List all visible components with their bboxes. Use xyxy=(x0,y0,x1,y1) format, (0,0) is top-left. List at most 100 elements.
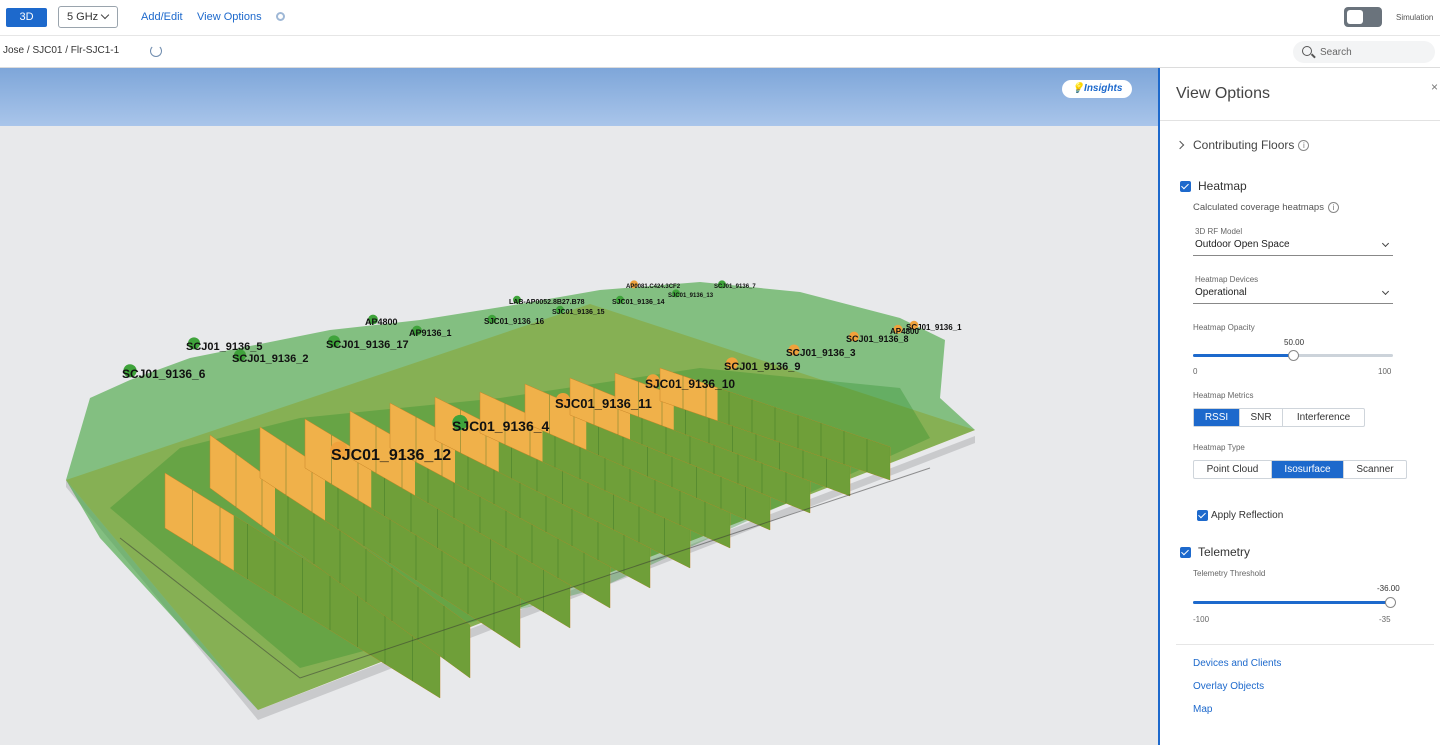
opacity-max-label: 100 xyxy=(1378,367,1392,376)
access-point-marker[interactable]: SCJ01_9136_7 xyxy=(714,280,756,290)
access-point-marker[interactable]: SJC01_9136_11 xyxy=(555,393,652,411)
rf-model-label: 3D RF Model xyxy=(1195,227,1243,236)
heatmap-type-toggle[interactable]: Point Cloud Isosurface Scanner xyxy=(1193,460,1407,479)
panel-divider xyxy=(1176,644,1434,645)
close-icon[interactable]: × xyxy=(1431,80,1438,94)
access-point-label: SCJ01_9136_3 xyxy=(786,348,856,359)
add-edit-link[interactable]: Add/Edit xyxy=(141,11,183,23)
metric-option-rssi[interactable]: RSSI xyxy=(1194,409,1240,426)
view-3d-button[interactable]: 3D xyxy=(6,8,47,27)
band-select[interactable]: 5 GHz xyxy=(58,6,118,28)
type-option-scanner[interactable]: Scanner xyxy=(1344,461,1406,478)
access-point-label: SJC01_9136_12 xyxy=(331,447,451,464)
heatmap-opacity-slider[interactable] xyxy=(1193,350,1393,361)
simulation-toggle[interactable] xyxy=(1344,7,1382,27)
access-point-marker[interactable]: AP4800 xyxy=(365,314,398,327)
access-point-label: SJC01_9136_14 xyxy=(612,299,665,306)
slider-fill xyxy=(1193,354,1293,357)
metric-option-interference[interactable]: Interference xyxy=(1283,409,1364,426)
access-point-label: SCJ01_9136_7 xyxy=(714,284,756,290)
heatmap-type-label: Heatmap Type xyxy=(1193,443,1245,452)
slider-knob[interactable] xyxy=(1385,597,1396,608)
metric-option-snr[interactable]: SNR xyxy=(1240,409,1283,426)
search-input[interactable] xyxy=(1320,44,1428,60)
overlay-objects-link[interactable]: Overlay Objects xyxy=(1193,681,1264,692)
info-icon[interactable]: i xyxy=(1327,202,1339,213)
access-point-marker[interactable]: AP9136_1 xyxy=(409,325,452,338)
devices-and-clients-link[interactable]: Devices and Clients xyxy=(1193,658,1281,669)
access-point-label: SCJ01_9136_8 xyxy=(846,334,909,344)
heatmap-metrics-toggle[interactable]: RSSI SNR Interference xyxy=(1193,408,1365,427)
slider-knob[interactable] xyxy=(1288,350,1299,361)
telemetry-label: Telemetry xyxy=(1198,545,1251,559)
contributing-floors-toggle[interactable]: Contributing Floors i xyxy=(1193,138,1310,152)
access-point-label: SCJ01_9136_2 xyxy=(232,353,308,365)
band-select-value: 5 GHz xyxy=(67,11,99,23)
map-link[interactable]: Map xyxy=(1193,704,1212,715)
access-point-label: SCJ01_9136_17 xyxy=(326,339,409,351)
apply-reflection-label: Apply Reflection xyxy=(1211,510,1284,521)
access-point-label: SJC01_9136_11 xyxy=(555,396,652,411)
access-point-marker[interactable]: AP0081.C424.3CF2 xyxy=(626,280,681,290)
heatmap-opacity-label: Heatmap Opacity xyxy=(1193,323,1255,332)
access-point-label: SJC01_9136_16 xyxy=(484,317,545,326)
access-point-marker[interactable]: SJC01_9136_10 xyxy=(645,374,735,391)
access-point-label: SJC01_9136_10 xyxy=(645,377,735,391)
heatmap-checkbox[interactable] xyxy=(1180,181,1191,192)
floor-3d-scene[interactable]: SCJ01_9136_6 SCJ01_9136_5SCJ01_9136_2 SCJ0… xyxy=(0,68,1158,745)
telemetry-threshold-label: Telemetry Threshold xyxy=(1193,569,1266,578)
access-point-label: SCJ01_9136_9 xyxy=(724,361,800,373)
telemetry-min-label: -100 xyxy=(1193,615,1210,624)
slider-fill xyxy=(1193,601,1390,604)
heatmap-label: Heatmap xyxy=(1198,179,1247,193)
access-point-label: SCJ01_9136_6 xyxy=(122,367,206,381)
simulation-label: Simulation xyxy=(1396,13,1434,22)
access-point-label: AP4800 xyxy=(365,317,398,327)
heatmap-devices-select[interactable]: Operational xyxy=(1193,284,1393,304)
heatmap-devices-label: Heatmap Devices xyxy=(1195,275,1259,284)
rf-model-select[interactable]: Outdoor Open Space xyxy=(1193,236,1393,256)
search-box[interactable] xyxy=(1293,41,1435,63)
apply-reflection-checkbox[interactable] xyxy=(1197,510,1208,521)
panel-divider xyxy=(1160,120,1440,121)
telemetry-max-label: -35 xyxy=(1379,615,1391,624)
access-point-marker[interactable]: SCJ01_9136_6 xyxy=(122,364,206,381)
heatmap-metrics-label: Heatmap Metrics xyxy=(1193,391,1254,400)
info-icon[interactable]: i xyxy=(1298,140,1310,152)
chevron-down-icon xyxy=(100,10,110,20)
search-icon xyxy=(1302,46,1312,56)
opacity-min-label: 0 xyxy=(1193,367,1198,376)
access-point-label: LAB-AP0052.8B27.B78 xyxy=(509,299,585,306)
type-option-isosurface[interactable]: Isosurface xyxy=(1272,461,1344,478)
telemetry-threshold-value: -36.00 xyxy=(1377,584,1400,593)
access-point-marker[interactable]: SJC01_9136_4 xyxy=(452,414,550,434)
chevron-down-icon xyxy=(1381,239,1390,248)
toggle-knob xyxy=(1347,10,1363,24)
access-point-label: SJC01_9136_15 xyxy=(552,309,605,316)
access-point-marker[interactable]: SJC01_9136_16 xyxy=(484,314,545,326)
chevron-down-icon xyxy=(1381,287,1390,296)
telemetry-threshold-slider[interactable] xyxy=(1193,597,1396,608)
heatmap-opacity-value: 50.00 xyxy=(1284,338,1305,347)
heatmap-description-text: Calculated coverage heatmaps xyxy=(1193,202,1324,214)
access-point-marker[interactable]: SCJ01_9136_5 xyxy=(186,337,262,353)
refresh-icon[interactable] xyxy=(150,45,162,57)
access-point-label: SJC01_9136_13 xyxy=(668,293,714,299)
view-options-link[interactable]: View Options xyxy=(197,11,262,23)
access-point-marker[interactable]: SCJ01_9136_8 xyxy=(846,331,909,344)
breadcrumb-bar: Jose / SJC01 / Flr-SJC1-1 xyxy=(0,36,1440,68)
heatmap-description: Calculated coverage heatmaps i xyxy=(1193,202,1339,213)
map-canvas[interactable]: 💡Insights SCJ01_9136_6 SCJ01_9136_5 SCJ01_… xyxy=(0,68,1158,745)
chevron-right-icon[interactable] xyxy=(1175,140,1185,150)
top-toolbar: 3D 5 GHz Add/Edit View Options Simulatio… xyxy=(0,0,1440,36)
access-point-label: AP9136_1 xyxy=(409,328,452,338)
breadcrumb[interactable]: Jose / SJC01 / Flr-SJC1-1 xyxy=(3,45,119,56)
panel-title: View Options xyxy=(1176,85,1270,102)
access-point-label: AP0081.C424.3CF2 xyxy=(626,284,681,290)
view-options-panel: View Options × Contributing Floors i Heat… xyxy=(1158,68,1440,745)
settings-icon[interactable] xyxy=(276,12,285,21)
contributing-floors-label: Contributing Floors xyxy=(1193,138,1295,152)
access-point-label: SJC01_9136_4 xyxy=(452,418,550,434)
type-option-point-cloud[interactable]: Point Cloud xyxy=(1194,461,1272,478)
telemetry-checkbox[interactable] xyxy=(1180,547,1191,558)
